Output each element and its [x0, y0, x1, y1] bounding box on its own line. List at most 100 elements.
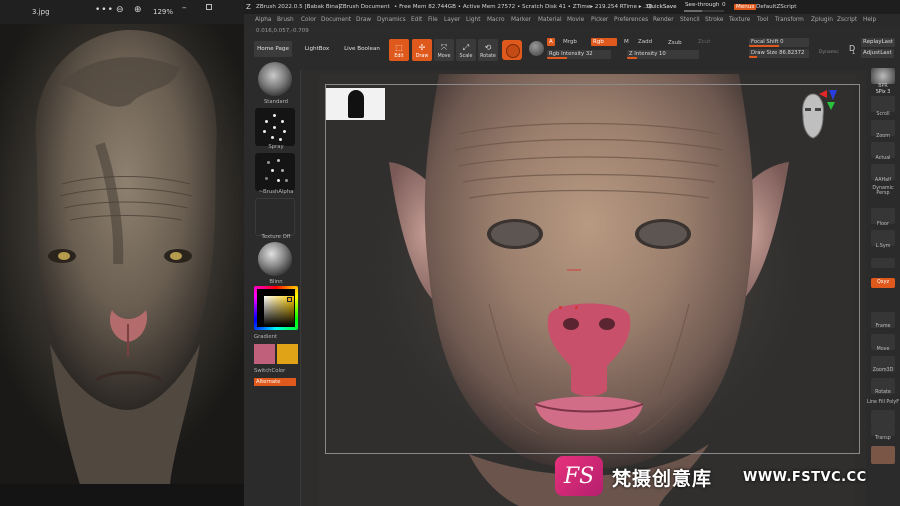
menu-render[interactable]: Render — [653, 17, 674, 23]
material-sphere-icon[interactable] — [529, 41, 544, 56]
menu-tool[interactable]: Tool — [757, 17, 768, 23]
adjust-last-value: 1 — [852, 50, 856, 56]
mrgb-button[interactable]: Mrgb — [563, 39, 577, 45]
memory-stats: • Free Mem 82.744GB • Active Mem 27572 •… — [394, 4, 653, 10]
replay-last-button[interactable]: ReplayLast — [861, 38, 896, 47]
edit-button[interactable]: ⬚ Edit — [389, 39, 409, 61]
lightbox-tab[interactable]: LightBox — [298, 41, 336, 57]
menu-transform[interactable]: Transform — [775, 17, 804, 23]
menu-stroke[interactable]: Stroke — [705, 17, 723, 23]
scroll-icon[interactable] — [871, 96, 895, 112]
transp-icon[interactable] — [871, 426, 895, 436]
document-title: ZBrush Document — [339, 4, 390, 10]
menus-toggle[interactable]: Menus — [734, 4, 757, 10]
draw-size-slider[interactable]: Draw Size 86.82372 — [749, 49, 809, 58]
secondary-color-swatch[interactable] — [277, 344, 298, 364]
m-button[interactable]: M — [624, 39, 629, 45]
blinn-material-icon[interactable] — [258, 242, 292, 276]
rgb-intensity-slider[interactable]: Rgb Intensity 32 — [547, 50, 611, 59]
live-boolean-tab[interactable]: Live Boolean — [342, 41, 382, 57]
lock-icon[interactable] — [871, 258, 895, 268]
rotate-icon: ⟲ — [484, 43, 492, 52]
see-through-value: 0 — [722, 2, 726, 8]
menu-macro[interactable]: Macro — [487, 17, 505, 23]
rgb-button[interactable]: Rgb — [591, 38, 617, 46]
color-picker[interactable] — [254, 286, 298, 330]
menu-draw[interactable]: Draw — [356, 17, 371, 23]
menu-material[interactable]: Material — [538, 17, 562, 23]
line-fill-button[interactable]: Line Fill PolyF — [866, 400, 900, 405]
z-intensity-slider[interactable]: Z Intensity 10 — [627, 50, 699, 59]
texture-off-icon[interactable] — [255, 198, 295, 236]
rotate-button[interactable]: ⟲ Rotate — [478, 39, 498, 61]
spix-setting[interactable]: SPix 3 — [866, 90, 900, 95]
menu-movie[interactable]: Movie — [567, 17, 584, 23]
transp-label: Transp — [875, 436, 891, 441]
main-color-swatch[interactable] — [254, 344, 275, 364]
zbrush-logo-icon: Z — [246, 3, 251, 11]
navigation-thumbnail[interactable] — [326, 88, 385, 120]
menu-document[interactable]: Document — [321, 17, 351, 23]
zsub-button[interactable]: Zsub — [668, 40, 682, 46]
viewport[interactable] — [300, 70, 866, 506]
see-through-label: See-through — [685, 2, 720, 8]
zoom-in-icon[interactable]: ⊕ — [134, 5, 142, 15]
standard-brush-icon[interactable] — [258, 62, 292, 96]
see-through-slider[interactable] — [684, 10, 724, 12]
zoom-level[interactable]: 129% — [153, 8, 173, 16]
menu-zscript[interactable]: Zscript — [837, 17, 857, 23]
menu-preferences[interactable]: Preferences — [614, 17, 648, 23]
spray-stroke-label: Spray — [268, 144, 284, 150]
menu-alpha[interactable]: Alpha — [255, 17, 271, 23]
spray-stroke-icon[interactable] — [255, 108, 295, 146]
dynamic-toggle[interactable]: Dynamic — [819, 50, 839, 55]
default-zscript-button[interactable]: DefaultZScript — [756, 4, 797, 10]
zoom-out-icon[interactable]: ⊖ — [116, 5, 124, 15]
menu-picker[interactable]: Picker — [591, 17, 608, 23]
menu-dynamics[interactable]: Dynamics — [377, 17, 406, 23]
quicksave-button[interactable]: QuickSave — [647, 4, 677, 10]
menu-color[interactable]: Color — [301, 17, 316, 23]
watermark-name: 梵摄创意库 — [612, 468, 713, 490]
scroll-label: Scroll — [876, 112, 890, 117]
reference-head-illustration — [35, 30, 217, 484]
brush-sphere-icon[interactable] — [502, 40, 522, 60]
polyframe-icon[interactable] — [871, 410, 895, 426]
menu-help[interactable]: Help — [863, 17, 876, 23]
draw-button[interactable]: ✢ Draw — [412, 39, 432, 61]
xyz-symmetry-button[interactable]: Qxyz — [871, 278, 895, 288]
menu-brush[interactable]: Brush — [277, 17, 294, 23]
menu-file[interactable]: File — [428, 17, 438, 23]
menu-edit[interactable]: Edit — [411, 17, 422, 23]
menu-texture[interactable]: Texture — [729, 17, 750, 23]
focal-shift-slider[interactable]: Focal Shift 0 — [749, 38, 809, 47]
zcut-button[interactable]: Zcut — [698, 39, 710, 45]
bpr-render-icon[interactable] — [871, 68, 895, 84]
menu-stencil[interactable]: Stencil — [680, 17, 700, 23]
move-button[interactable]: ⤧ Move — [434, 39, 454, 61]
scale-button[interactable]: ⤢ Scale — [456, 39, 476, 61]
switch-color-button[interactable]: SwitchColor — [254, 368, 302, 374]
texture-off-label: Texture Off — [261, 234, 291, 240]
home-page-tab[interactable]: Home Page — [254, 41, 292, 57]
menu-marker[interactable]: Marker — [511, 17, 531, 23]
menu-layer[interactable]: Layer — [444, 17, 460, 23]
minimize-icon[interactable]: – — [182, 3, 187, 13]
menu-light[interactable]: Light — [466, 17, 480, 23]
menu-zplugin[interactable]: Zplugin — [811, 17, 833, 23]
brush-alpha-icon[interactable] — [255, 153, 295, 191]
orientation-gizmo[interactable] — [789, 88, 841, 146]
aahalf-label: AAHalf — [874, 178, 892, 183]
reference-image — [0, 24, 244, 484]
adjust-last-button[interactable]: AdjustLast — [861, 49, 894, 58]
zbrush-window: Z ZBrush 2022.0.5 [Babak Bina] ZBrush Do… — [244, 0, 900, 506]
alternate-button[interactable]: Alternate — [254, 378, 296, 386]
more-options-icon[interactable]: ••• — [95, 5, 114, 15]
dynamic-persp-button[interactable]: Dynamic Persp — [866, 186, 900, 196]
a-button[interactable]: A — [547, 38, 555, 46]
zbrush-menu-bar: Alpha Brush Color Document Draw Dynamics… — [244, 14, 900, 26]
maximize-icon[interactable] — [206, 4, 212, 10]
color-picker-marker[interactable] — [287, 297, 292, 302]
zadd-button[interactable]: Zadd — [638, 39, 652, 45]
left-shelf: Standard Spray ~BrushAlpha Texture Off B… — [252, 58, 300, 388]
